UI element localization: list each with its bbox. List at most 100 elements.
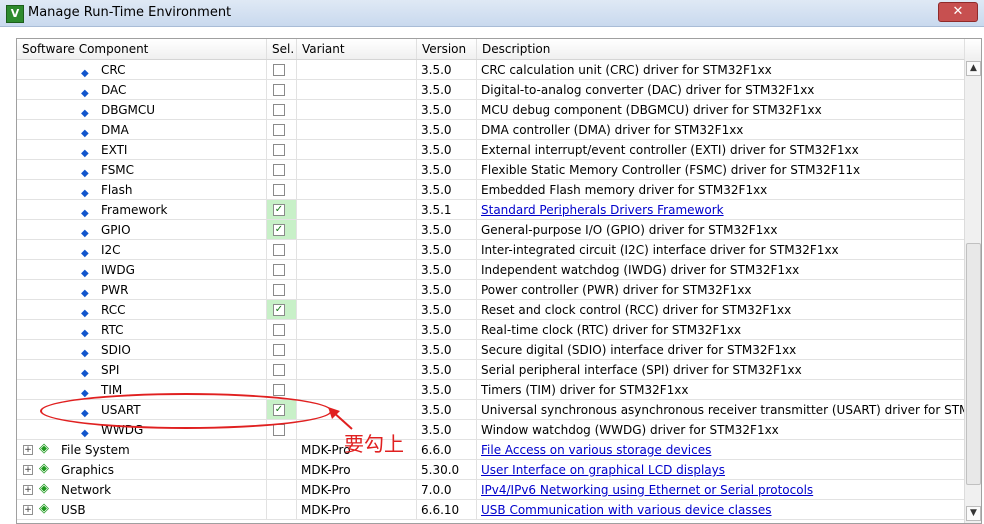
table-row[interactable]: ◆ DBGMCU 3.5.0 MCU debug component (DBGMCU)… <box>17 100 965 120</box>
description-cell[interactable]: IPv4/IPv6 Networking using Ethernet or S… <box>477 480 965 500</box>
description-link[interactable]: Standard Peripherals Drivers Framework <box>481 203 724 217</box>
plus-icon[interactable]: + <box>23 485 33 495</box>
description-cell[interactable]: File Access on various storage devices <box>477 440 965 460</box>
select-checkbox[interactable] <box>273 164 285 176</box>
group-row[interactable]: + ◈ USB MDK-Pro 6.6.10 USB Communication with… <box>17 500 965 520</box>
description-cell[interactable]: User Interface on graphical LCD displays <box>477 460 965 480</box>
select-checkbox[interactable] <box>273 264 285 276</box>
component-cell[interactable]: ◆ DBGMCU <box>17 100 267 120</box>
select-cell[interactable]: ✓ <box>267 220 297 240</box>
component-cell[interactable]: ◆ RTC <box>17 320 267 340</box>
group-row[interactable]: + ◈ Network MDK-Pro 7.0.0 IPv4/IPv6 Networkin… <box>17 480 965 500</box>
select-cell[interactable] <box>267 160 297 180</box>
table-row[interactable]: ◆ EXTI 3.5.0 External interrupt/event contr… <box>17 140 965 160</box>
variant-cell[interactable]: MDK-Pro <box>297 480 417 500</box>
select-checkbox[interactable]: ✓ <box>273 204 285 216</box>
select-cell[interactable] <box>267 360 297 380</box>
description-cell[interactable]: USB Communication with various device cl… <box>477 500 965 520</box>
variant-cell[interactable] <box>297 300 417 320</box>
component-cell[interactable]: ◆ PWR <box>17 280 267 300</box>
component-cell[interactable]: ◆ DAC <box>17 80 267 100</box>
select-checkbox[interactable] <box>273 364 285 376</box>
select-checkbox[interactable] <box>273 84 285 96</box>
variant-cell[interactable] <box>297 60 417 80</box>
component-cell[interactable]: ◆ EXTI <box>17 140 267 160</box>
variant-cell[interactable] <box>297 120 417 140</box>
select-cell[interactable] <box>267 280 297 300</box>
variant-cell[interactable] <box>297 280 417 300</box>
variant-cell[interactable] <box>297 360 417 380</box>
description-link[interactable]: User Interface on graphical LCD displays <box>481 463 725 477</box>
group-cell[interactable]: + ◈ Network <box>17 480 267 500</box>
select-checkbox[interactable] <box>273 384 285 396</box>
select-checkbox[interactable] <box>273 124 285 136</box>
component-cell[interactable]: ◆ RCC <box>17 300 267 320</box>
variant-cell[interactable] <box>297 140 417 160</box>
select-cell[interactable] <box>267 140 297 160</box>
description-link[interactable]: IPv4/IPv6 Networking using Ethernet or S… <box>481 483 813 497</box>
select-cell[interactable] <box>267 260 297 280</box>
scroll-thumb[interactable] <box>966 243 981 485</box>
select-cell[interactable] <box>267 240 297 260</box>
component-cell[interactable]: ◆ DMA <box>17 120 267 140</box>
component-cell[interactable]: ◆ GPIO <box>17 220 267 240</box>
column-header-description[interactable]: Description <box>477 39 965 59</box>
column-header-sel[interactable]: Sel. <box>267 39 297 59</box>
group-cell[interactable]: + ◈ Graphics <box>17 460 267 480</box>
select-checkbox[interactable] <box>273 104 285 116</box>
table-row[interactable]: ◆ DAC 3.5.0 Digital-to-analog converter (DA… <box>17 80 965 100</box>
component-cell[interactable]: ◆ Framework <box>17 200 267 220</box>
select-cell[interactable] <box>267 340 297 360</box>
select-cell[interactable]: ✓ <box>267 300 297 320</box>
table-row[interactable]: ◆ SDIO 3.5.0 Secure digital (SDIO) interfac… <box>17 340 965 360</box>
group-row[interactable]: + ◈ Graphics MDK-Pro 5.30.0 User Interface on… <box>17 460 965 480</box>
select-checkbox[interactable] <box>273 184 285 196</box>
table-row[interactable]: ◆ DMA 3.5.0 DMA controller (DMA) driver for… <box>17 120 965 140</box>
variant-cell[interactable]: MDK-Pro <box>297 500 417 520</box>
scroll-down-arrow-icon[interactable]: ▼ <box>966 506 981 521</box>
component-cell[interactable]: ◆ Flash <box>17 180 267 200</box>
description-link[interactable]: USB Communication with various device cl… <box>481 503 772 517</box>
select-checkbox[interactable] <box>273 424 285 436</box>
group-cell[interactable]: + ◈ USB <box>17 500 267 520</box>
component-cell[interactable]: ◆ SDIO <box>17 340 267 360</box>
select-cell[interactable] <box>267 80 297 100</box>
component-cell[interactable]: ◆ SPI <box>17 360 267 380</box>
column-header-variant[interactable]: Variant <box>297 39 417 59</box>
table-row[interactable]: ◆ CRC 3.5.0 CRC calculation unit (CRC) driv… <box>17 60 965 80</box>
component-cell[interactable]: ◆ FSMC <box>17 160 267 180</box>
vertical-scrollbar[interactable]: ▲ ▼ <box>964 59 981 523</box>
column-header-version[interactable]: Version <box>417 39 477 59</box>
select-checkbox[interactable] <box>273 64 285 76</box>
table-row[interactable]: ◆ SPI 3.5.0 Serial peripheral interface (SP… <box>17 360 965 380</box>
variant-cell[interactable] <box>297 100 417 120</box>
group-cell[interactable]: + ◈ File System <box>17 440 267 460</box>
select-checkbox[interactable] <box>273 244 285 256</box>
description-cell[interactable]: Standard Peripherals Drivers Framework <box>477 200 965 220</box>
description-link[interactable]: File Access on various storage devices <box>481 443 711 457</box>
select-cell[interactable]: ✓ <box>267 200 297 220</box>
select-checkbox[interactable]: ✓ <box>273 304 285 316</box>
select-checkbox[interactable] <box>273 144 285 156</box>
table-row[interactable]: ◆ RTC 3.5.0 Real-time clock (RTC) driver fo… <box>17 320 965 340</box>
variant-cell[interactable] <box>297 220 417 240</box>
select-cell[interactable] <box>267 180 297 200</box>
select-cell[interactable] <box>267 320 297 340</box>
variant-cell[interactable] <box>297 240 417 260</box>
component-cell[interactable]: ◆ CRC <box>17 60 267 80</box>
scroll-up-arrow-icon[interactable]: ▲ <box>966 61 981 76</box>
variant-cell[interactable] <box>297 340 417 360</box>
variant-cell[interactable] <box>297 380 417 400</box>
variant-cell[interactable] <box>297 320 417 340</box>
table-row[interactable]: ◆ I2C 3.5.0 Inter-integrated circuit (I2C) … <box>17 240 965 260</box>
select-cell[interactable] <box>267 100 297 120</box>
variant-cell[interactable] <box>297 160 417 180</box>
plus-icon[interactable]: + <box>23 465 33 475</box>
close-button[interactable]: ✕ <box>938 2 978 22</box>
group-row[interactable]: + ◈ File System MDK-Pro 6.6.0 File Access on … <box>17 440 965 460</box>
select-cell[interactable] <box>267 120 297 140</box>
variant-cell[interactable] <box>297 80 417 100</box>
table-row[interactable]: ◆ Framework ✓ 3.5.1 Standard Peripherals Dri… <box>17 200 965 220</box>
select-checkbox[interactable]: ✓ <box>273 224 285 236</box>
table-row[interactable]: ◆ Flash 3.5.0 Embedded Flash memory driver … <box>17 180 965 200</box>
